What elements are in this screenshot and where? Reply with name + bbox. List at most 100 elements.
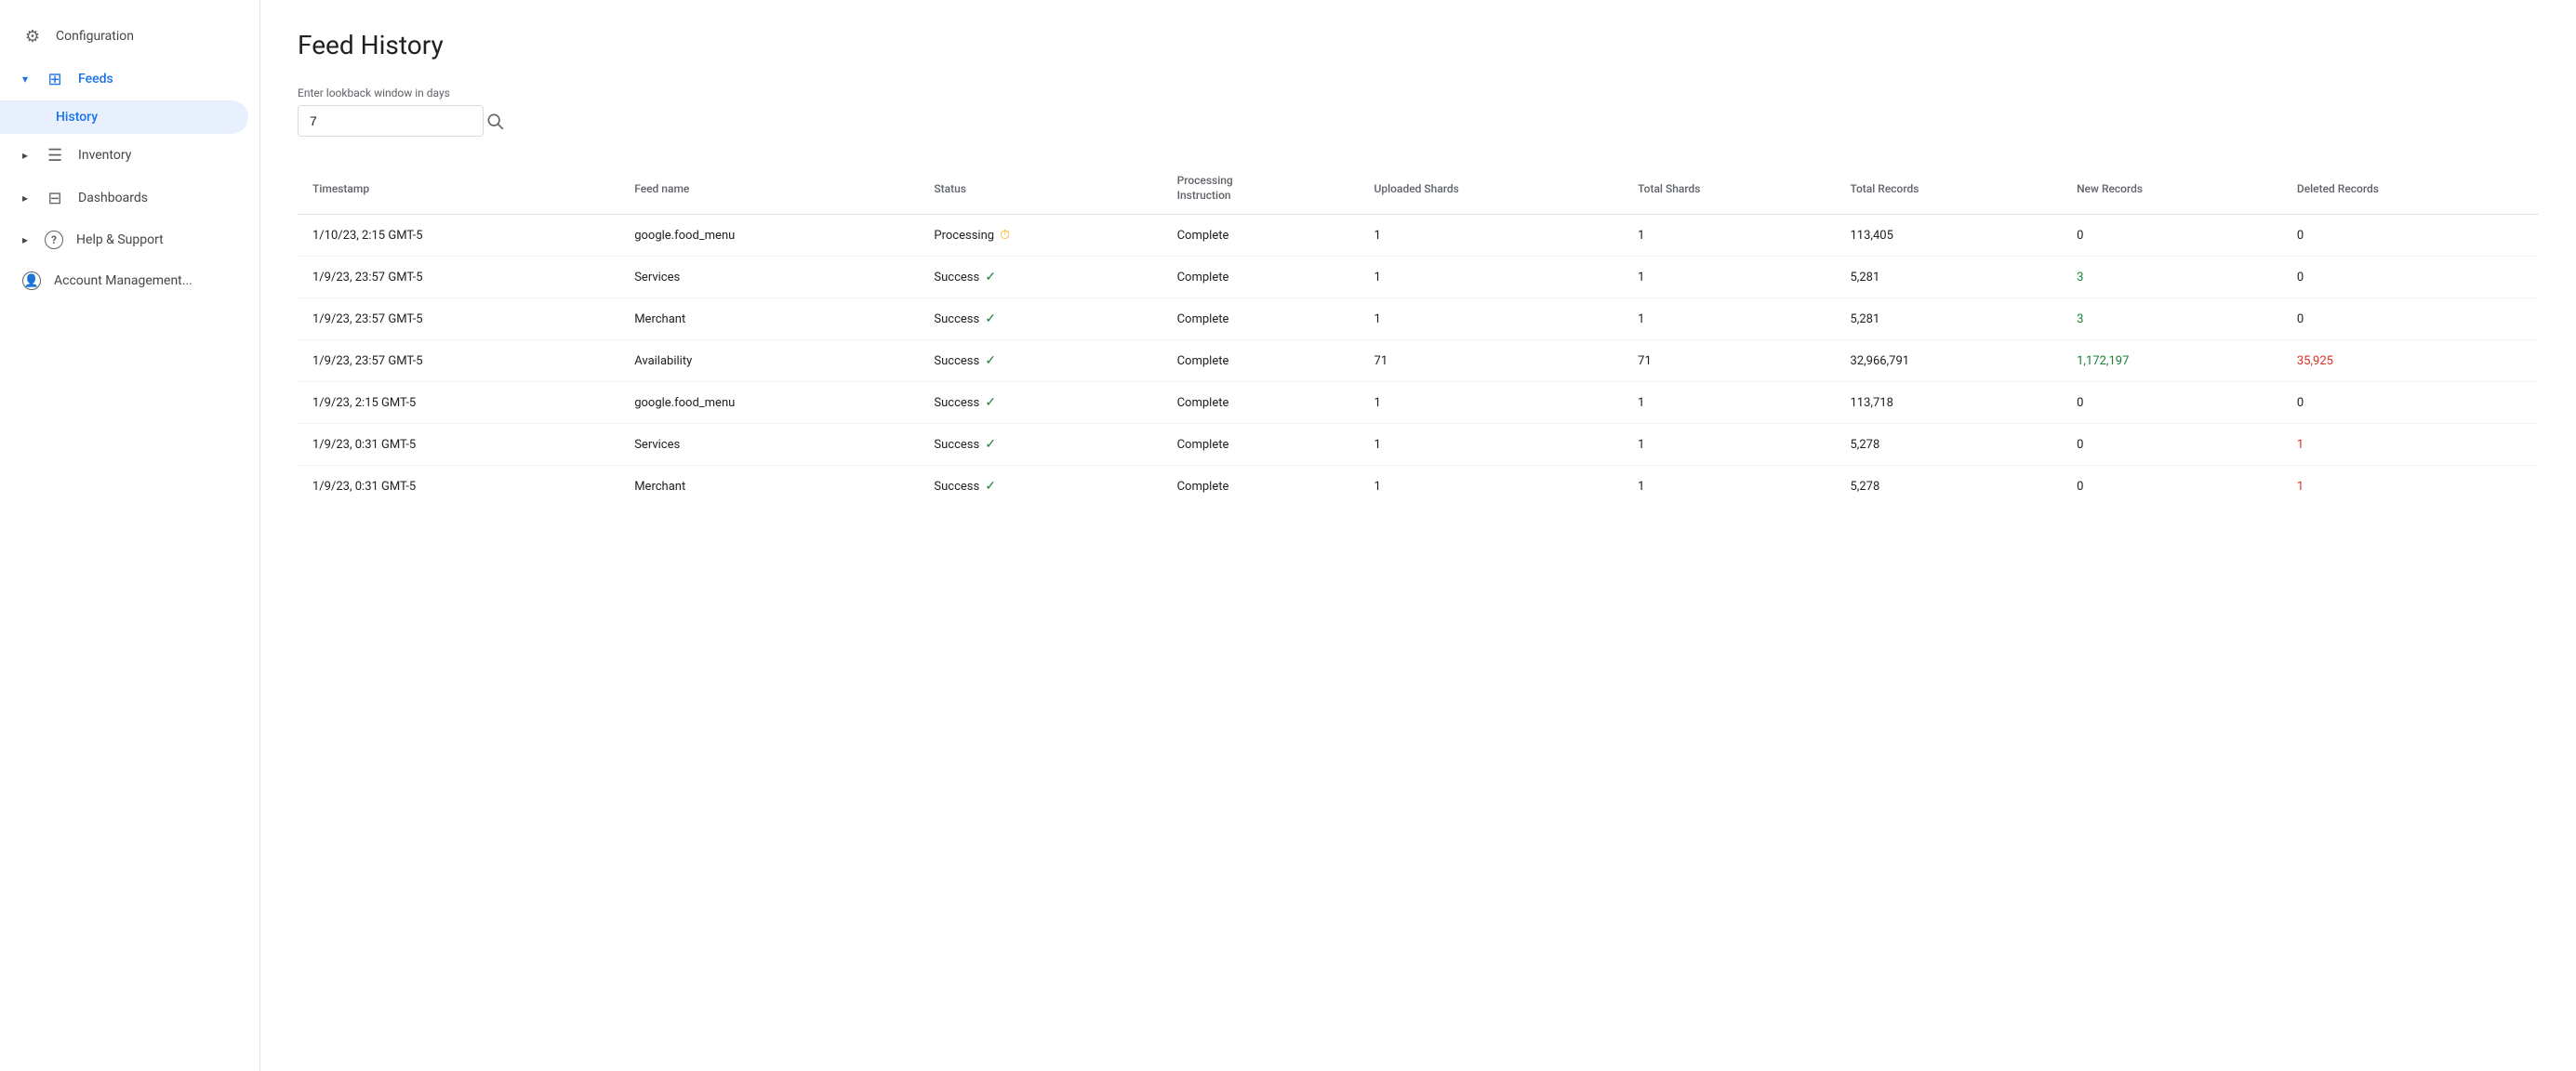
table-row: 1/9/23, 23:57 GMT-5MerchantSuccess✓Compl… — [298, 298, 2539, 340]
cell-uploaded-shards: 1 — [1360, 257, 1624, 298]
cell-timestamp: 1/9/23, 0:31 GMT-5 — [298, 424, 619, 466]
cell-deleted-records: 0 — [2282, 257, 2539, 298]
cell-feed-name: google.food_menu — [619, 382, 919, 424]
cell-total-shards: 1 — [1623, 424, 1835, 466]
cell-processing-instruction: Complete — [1162, 298, 1360, 340]
cell-timestamp: 1/9/23, 23:57 GMT-5 — [298, 298, 619, 340]
cell-uploaded-shards: 1 — [1360, 466, 1624, 508]
cell-feed-name: Merchant — [619, 466, 919, 508]
col-total-shards: Total Shards — [1623, 163, 1835, 215]
search-button[interactable] — [485, 112, 504, 130]
cell-deleted-records: 1 — [2282, 424, 2539, 466]
cell-deleted-records: 0 — [2282, 382, 2539, 424]
gear-icon: ⚙ — [22, 26, 43, 46]
cell-total-shards: 1 — [1623, 257, 1835, 298]
feed-history-table-wrapper: Timestamp Feed name Status ProcessingIns… — [298, 163, 2539, 507]
check-icon: ✓ — [985, 395, 996, 410]
col-feed-name: Feed name — [619, 163, 919, 215]
cell-total-records: 5,281 — [1836, 257, 2063, 298]
status-text: Success — [934, 396, 979, 410]
cell-deleted-records: 0 — [2282, 298, 2539, 340]
cell-deleted-records: 0 — [2282, 215, 2539, 257]
cell-processing-instruction: Complete — [1162, 215, 1360, 257]
cell-uploaded-shards: 1 — [1360, 424, 1624, 466]
table-row: 1/10/23, 2:15 GMT-5google.food_menuProce… — [298, 215, 2539, 257]
sidebar-item-configuration[interactable]: ⚙ Configuration — [0, 15, 248, 58]
dashboard-icon: ⊟ — [45, 188, 65, 208]
cell-total-records: 5,278 — [1836, 466, 2063, 508]
col-total-records: Total Records — [1836, 163, 2063, 215]
status-text: Success — [934, 480, 979, 494]
sidebar-item-account-management[interactable]: 👤 Account Management... — [0, 260, 248, 301]
cell-uploaded-shards: 1 — [1360, 298, 1624, 340]
lookback-input[interactable] — [310, 113, 478, 128]
sidebar-item-inventory[interactable]: ▸ ☰ Inventory — [0, 134, 248, 177]
col-processing-instruction: ProcessingInstruction — [1162, 163, 1360, 215]
cell-timestamp: 1/9/23, 0:31 GMT-5 — [298, 466, 619, 508]
cell-uploaded-shards: 1 — [1360, 382, 1624, 424]
account-icon: 👤 — [22, 271, 41, 290]
cell-status: Success ✓ — [919, 340, 1162, 382]
account-management-label: Account Management... — [54, 273, 193, 288]
status-text: Success — [934, 271, 979, 284]
cell-timestamp: 1/10/23, 2:15 GMT-5 — [298, 215, 619, 257]
lookback-section: Enter lookback window in days — [298, 86, 2539, 137]
status-text: Success — [934, 354, 979, 368]
chevron-right-icon2: ▸ — [22, 192, 28, 205]
cell-feed-name: google.food_menu — [619, 215, 919, 257]
check-icon: ✓ — [985, 479, 996, 494]
page-title: Feed History — [298, 30, 2539, 60]
cell-processing-instruction: Complete — [1162, 466, 1360, 508]
chevron-right-icon: ▸ — [22, 149, 28, 162]
cell-feed-name: Services — [619, 424, 919, 466]
status-text: Success — [934, 312, 979, 326]
history-label: History — [56, 110, 98, 125]
cell-processing-instruction: Complete — [1162, 424, 1360, 466]
col-timestamp: Timestamp — [298, 163, 619, 215]
cell-total-shards: 1 — [1623, 466, 1835, 508]
cell-status: Success ✓ — [919, 466, 1162, 508]
main-content: Feed History Enter lookback window in da… — [260, 0, 2576, 1071]
cell-feed-name: Services — [619, 257, 919, 298]
chevron-right-icon3: ▸ — [22, 233, 28, 246]
check-icon: ✓ — [985, 311, 996, 326]
col-uploaded-shards: Uploaded Shards — [1360, 163, 1624, 215]
dashboards-label: Dashboards — [78, 191, 148, 205]
table-row: 1/9/23, 23:57 GMT-5AvailabilitySuccess✓C… — [298, 340, 2539, 382]
sidebar-item-label: Configuration — [56, 29, 134, 44]
cell-total-shards: 71 — [1623, 340, 1835, 382]
cell-total-records: 5,281 — [1836, 298, 2063, 340]
lookback-input-wrapper — [298, 105, 484, 137]
cell-feed-name: Availability — [619, 340, 919, 382]
cell-new-records: 3 — [2062, 298, 2282, 340]
check-icon: ✓ — [985, 353, 996, 368]
table-row: 1/9/23, 2:15 GMT-5google.food_menuSucces… — [298, 382, 2539, 424]
cell-total-records: 113,405 — [1836, 215, 2063, 257]
cell-new-records: 3 — [2062, 257, 2282, 298]
col-deleted-records: Deleted Records — [2282, 163, 2539, 215]
inventory-label: Inventory — [78, 148, 131, 163]
cell-new-records: 1,172,197 — [2062, 340, 2282, 382]
cell-processing-instruction: Complete — [1162, 382, 1360, 424]
cell-status: Success✓ — [919, 424, 1162, 466]
sidebar-item-help-support[interactable]: ▸ ? Help & Support — [0, 219, 248, 260]
feed-history-table: Timestamp Feed name Status ProcessingIns… — [298, 163, 2539, 507]
clock-icon: ⏱ — [1000, 228, 1010, 243]
cell-new-records: 0 — [2062, 382, 2282, 424]
cell-total-shards: 1 — [1623, 215, 1835, 257]
sidebar-item-dashboards[interactable]: ▸ ⊟ Dashboards — [0, 177, 248, 219]
cell-new-records: 0 — [2062, 424, 2282, 466]
cell-timestamp: 1/9/23, 23:57 GMT-5 — [298, 340, 619, 382]
sidebar-item-history[interactable]: History — [0, 100, 248, 134]
cell-status: Success ✓ — [919, 257, 1162, 298]
inventory-icon: ☰ — [45, 145, 65, 165]
cell-total-records: 32,966,791 — [1836, 340, 2063, 382]
check-icon: ✓ — [985, 270, 996, 284]
cell-deleted-records: 35,925 — [2282, 340, 2539, 382]
cell-status: Success ✓ — [919, 298, 1162, 340]
feeds-label: Feeds — [78, 72, 113, 86]
table-row: 1/9/23, 0:31 GMT-5Merchant Success ✓ Comple… — [298, 466, 2539, 508]
sidebar-item-feeds[interactable]: ▾ ⊞ Feeds — [0, 58, 248, 100]
col-new-records: New Records — [2062, 163, 2282, 215]
cell-uploaded-shards: 1 — [1360, 215, 1624, 257]
